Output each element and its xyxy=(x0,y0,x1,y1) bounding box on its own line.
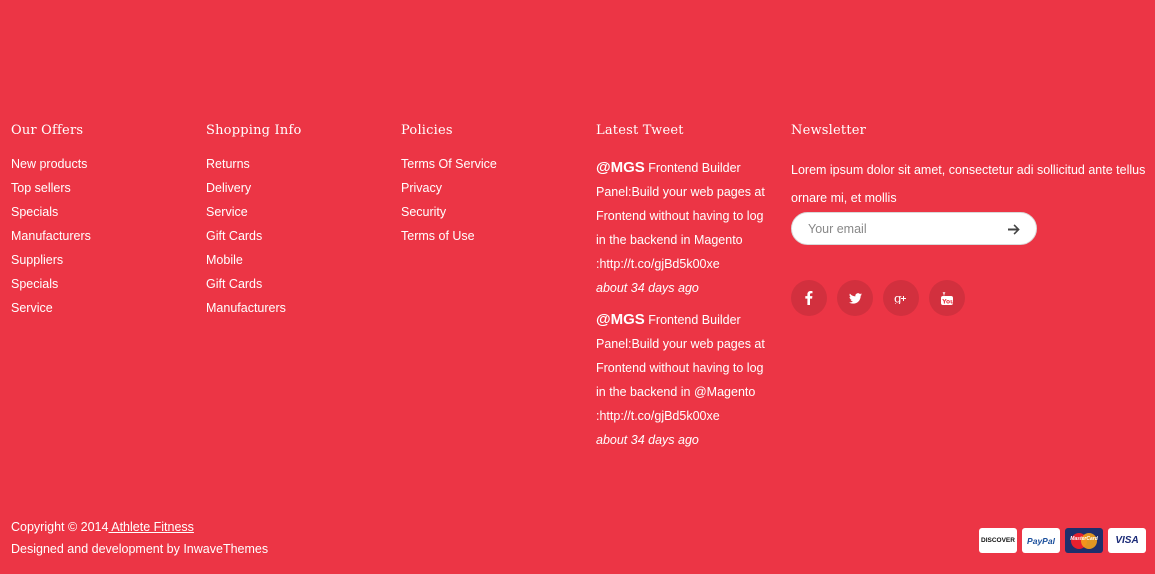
footer-link[interactable]: Manufacturers xyxy=(206,300,301,324)
footer-link[interactable]: Specials xyxy=(11,276,91,300)
mastercard-label: MasterCard xyxy=(1070,536,1098,542)
column-title: Our Offers xyxy=(11,123,84,138)
footer-link[interactable]: Manufacturers xyxy=(11,228,91,252)
column-title: Newsletter xyxy=(791,123,867,138)
svg-text:You: You xyxy=(941,298,953,305)
email-input[interactable] xyxy=(792,213,992,244)
latest-tweet-column: Latest Tweet @MGS Frontend Builder Panel… xyxy=(596,122,766,452)
footer-link[interactable]: New products xyxy=(11,156,91,180)
policies-column: Policies Terms Of Service Privacy Securi… xyxy=(401,122,497,252)
our-offers-column: Our Offers New products Top sellers Spec… xyxy=(11,122,91,324)
footer-link[interactable]: Delivery xyxy=(206,180,301,204)
copyright-area: Copyright © 2014 Athlete Fitness Designe… xyxy=(11,516,268,560)
footer-link[interactable]: Terms of Use xyxy=(401,228,497,252)
tweet-item: @MGS Frontend Builder Panel:Build your w… xyxy=(596,308,766,452)
shopping-info-column: Shopping Info Returns Delivery Service G… xyxy=(206,122,301,324)
column-title: Latest Tweet xyxy=(596,123,684,138)
footer-link[interactable]: Returns xyxy=(206,156,301,180)
company-link[interactable]: Athlete Fitness xyxy=(108,520,194,534)
footer-link[interactable]: Service xyxy=(11,300,91,324)
arrow-right-icon[interactable] xyxy=(1006,221,1022,237)
tweet-handle[interactable]: @MGS xyxy=(596,311,645,328)
tweet-text: Frontend Builder Panel:Build your web pa… xyxy=(596,161,765,271)
copyright-text: Copyright © 2014 xyxy=(11,520,109,534)
payment-methods: DISCOVER PayPal MasterCard VISA xyxy=(979,528,1146,553)
tweet-item: @MGS Frontend Builder Panel:Build your w… xyxy=(596,156,766,300)
shopping-info-list: Returns Delivery Service Gift Cards Mobi… xyxy=(206,156,301,324)
footer-link[interactable]: Security xyxy=(401,204,497,228)
discover-card-icon: DISCOVER xyxy=(979,528,1017,553)
our-offers-list: New products Top sellers Specials Manufa… xyxy=(11,156,91,324)
social-links: g You xyxy=(791,280,1147,316)
footer-link[interactable]: Privacy xyxy=(401,180,497,204)
tweet-time: about 34 days ago xyxy=(596,281,699,295)
footer-link[interactable]: Suppliers xyxy=(11,252,91,276)
footer-link[interactable]: Terms Of Service xyxy=(401,156,497,180)
column-title: Policies xyxy=(401,123,453,138)
google-plus-icon[interactable]: g xyxy=(883,280,919,316)
svg-text:g: g xyxy=(894,292,902,304)
footer-link[interactable]: Gift Cards xyxy=(206,276,301,300)
twitter-icon[interactable] xyxy=(837,280,873,316)
footer-link[interactable]: Gift Cards xyxy=(206,228,301,252)
newsletter-text: Lorem ipsum dolor sit amet, consectetur … xyxy=(791,163,1146,205)
facebook-icon[interactable] xyxy=(791,280,827,316)
footer-link[interactable]: Service xyxy=(206,204,301,228)
visa-card-icon: VISA xyxy=(1108,528,1146,553)
footer-link[interactable]: Mobile xyxy=(206,252,301,276)
tweet-text: Frontend Builder Panel:Build your web pa… xyxy=(596,313,765,423)
mastercard-card-icon: MasterCard xyxy=(1065,528,1103,553)
footer-link[interactable]: Specials xyxy=(11,204,91,228)
youtube-icon[interactable]: You xyxy=(929,280,965,316)
designed-by-text: Designed and development by InwaveThemes xyxy=(11,542,269,556)
column-title: Shopping Info xyxy=(206,123,302,138)
policies-list: Terms Of Service Privacy Security Terms … xyxy=(401,156,497,252)
footer-link[interactable]: Top sellers xyxy=(11,180,91,204)
newsletter-column: Newsletter Lorem ipsum dolor sit amet, c… xyxy=(791,122,1147,316)
tweet-time: about 34 days ago xyxy=(596,433,699,447)
paypal-card-icon: PayPal xyxy=(1022,528,1060,553)
newsletter-form xyxy=(791,212,1037,245)
tweet-handle[interactable]: @MGS xyxy=(596,159,645,176)
